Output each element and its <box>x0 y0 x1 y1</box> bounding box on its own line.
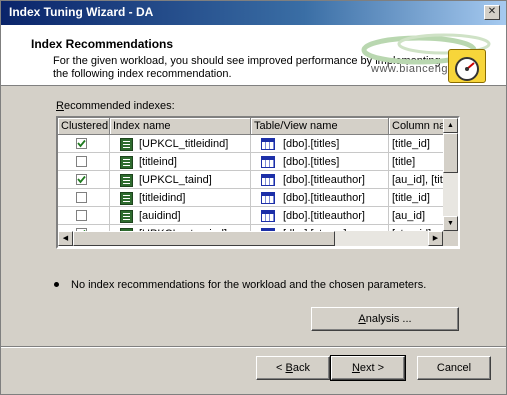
bullet-icon <box>54 282 59 287</box>
index-icon <box>120 209 133 223</box>
table-row[interactable]: [titleind] [dbo].[titles] [title] <box>58 153 443 171</box>
index-icon <box>120 155 133 169</box>
column-header-index-name[interactable]: Index name <box>110 118 251 135</box>
scroll-right-arrow-icon[interactable]: ▶ <box>428 231 443 246</box>
table-row[interactable]: [UPKCL_titleidind] [dbo].[titles] [title_i… <box>58 135 443 153</box>
index-name: [UPKCL_taind] <box>139 174 212 186</box>
vertical-scroll-thumb[interactable] <box>443 133 458 173</box>
index-name-cell: [UPKCL_titleidind] <box>110 135 251 153</box>
table-name: [dbo].[titleauthor] <box>283 174 365 186</box>
column-names-cell: [title] <box>389 153 443 171</box>
recommended-indexes-label: Recommended indexes: <box>56 100 175 112</box>
index-name: [titleind] <box>139 156 177 168</box>
index-name: [UPKCL_titleidind] <box>139 138 229 150</box>
index-name-cell: [UPKCL_taind] <box>110 171 251 189</box>
clustered-checkbox[interactable] <box>76 174 87 185</box>
clustered-cell <box>58 207 110 225</box>
column-header-column-names[interactable]: Column na <box>389 118 443 135</box>
table-icon <box>261 156 275 169</box>
grid-header-row: Clustered Index name Table/View name Col… <box>58 118 443 136</box>
scroll-left-arrow-icon[interactable]: ◀ <box>58 231 73 246</box>
index-name-cell: [auidind] <box>110 207 251 225</box>
clustered-cell <box>58 189 110 207</box>
table-row[interactable]: [UPKCL_taind] [dbo].[titleauthor] [au_id],… <box>58 171 443 189</box>
index-name: [auidind] <box>139 210 181 222</box>
table-name-cell: [dbo].[titleauthor] <box>251 171 389 189</box>
table-icon <box>261 138 275 151</box>
index-name: [titleidind] <box>139 192 186 204</box>
table-name: [dbo].[titles] <box>283 156 340 168</box>
table-name-cell: [dbo].[titles] <box>251 153 389 171</box>
cancel-button[interactable]: Cancel <box>417 356 491 380</box>
column-header-table-name[interactable]: Table/View name <box>251 118 389 135</box>
table-name: [dbo].[titleauthor] <box>283 210 365 222</box>
wizard-window: Index Tuning Wizard - DA ✕ Index Recomme… <box>0 0 507 395</box>
analysis-button[interactable]: Analysis ... <box>311 307 459 331</box>
grid-horizontal-scrollbar[interactable]: ◀ ▶ <box>58 231 443 246</box>
clustered-checkbox[interactable] <box>76 192 87 203</box>
table-name-cell: [dbo].[titleauthor] <box>251 207 389 225</box>
clustered-cell <box>58 153 110 171</box>
index-icon <box>120 173 133 187</box>
column-header-clustered[interactable]: Clustered <box>58 118 110 135</box>
index-name-cell: [titleind] <box>110 153 251 171</box>
no-recommendations-note: No index recommendations for the workloa… <box>71 279 427 291</box>
footer-divider <box>1 346 506 348</box>
clustered-cell <box>58 171 110 189</box>
table-icon <box>261 210 275 223</box>
column-names-cell: [au_id], [tit <box>389 171 443 189</box>
checkmark-icon <box>77 139 86 148</box>
table-name-cell: [dbo].[titles] <box>251 135 389 153</box>
back-button[interactable]: < Back <box>256 356 330 380</box>
title-bar[interactable]: Index Tuning Wizard - DA ✕ <box>1 1 506 25</box>
column-names-cell: [au_id] <box>389 207 443 225</box>
scroll-up-arrow-icon[interactable]: ▲ <box>443 118 458 133</box>
wizard-header: Index Recommendations For the given work… <box>1 25 506 86</box>
table-name-cell: [dbo].[titleauthor] <box>251 189 389 207</box>
table-icon <box>261 174 275 187</box>
clustered-cell <box>58 135 110 153</box>
wizard-gauge-icon <box>448 49 486 83</box>
table-name: [dbo].[titleauthor] <box>283 192 365 204</box>
clustered-checkbox[interactable] <box>76 210 87 221</box>
table-name: [dbo].[titles] <box>283 138 340 150</box>
table-row[interactable]: [titleidind] [dbo].[titleauthor] [title_id… <box>58 189 443 207</box>
index-icon <box>120 137 133 151</box>
column-names-cell: [title_id] <box>389 189 443 207</box>
clustered-checkbox[interactable] <box>76 156 87 167</box>
scroll-down-arrow-icon[interactable]: ▼ <box>443 216 458 231</box>
next-button[interactable]: Next > <box>330 355 406 381</box>
index-icon <box>120 191 133 205</box>
scrollbar-corner <box>443 231 458 246</box>
grid-vertical-scrollbar[interactable]: ▲ ▼ <box>443 118 458 231</box>
column-names-cell: [title_id] <box>389 135 443 153</box>
clustered-checkbox[interactable] <box>76 138 87 149</box>
table-row[interactable]: [auidind] [dbo].[titleauthor] [au_id] <box>58 207 443 225</box>
recommended-indexes-grid[interactable]: Clustered Index name Table/View name Col… <box>56 116 460 249</box>
checkmark-icon <box>77 175 86 184</box>
index-name-cell: [titleidind] <box>110 189 251 207</box>
table-icon <box>261 192 275 205</box>
window-title: Index Tuning Wizard - DA <box>9 5 154 19</box>
horizontal-scroll-thumb[interactable] <box>73 231 335 246</box>
close-button[interactable]: ✕ <box>484 5 500 20</box>
page-title: Index Recommendations <box>31 37 174 51</box>
